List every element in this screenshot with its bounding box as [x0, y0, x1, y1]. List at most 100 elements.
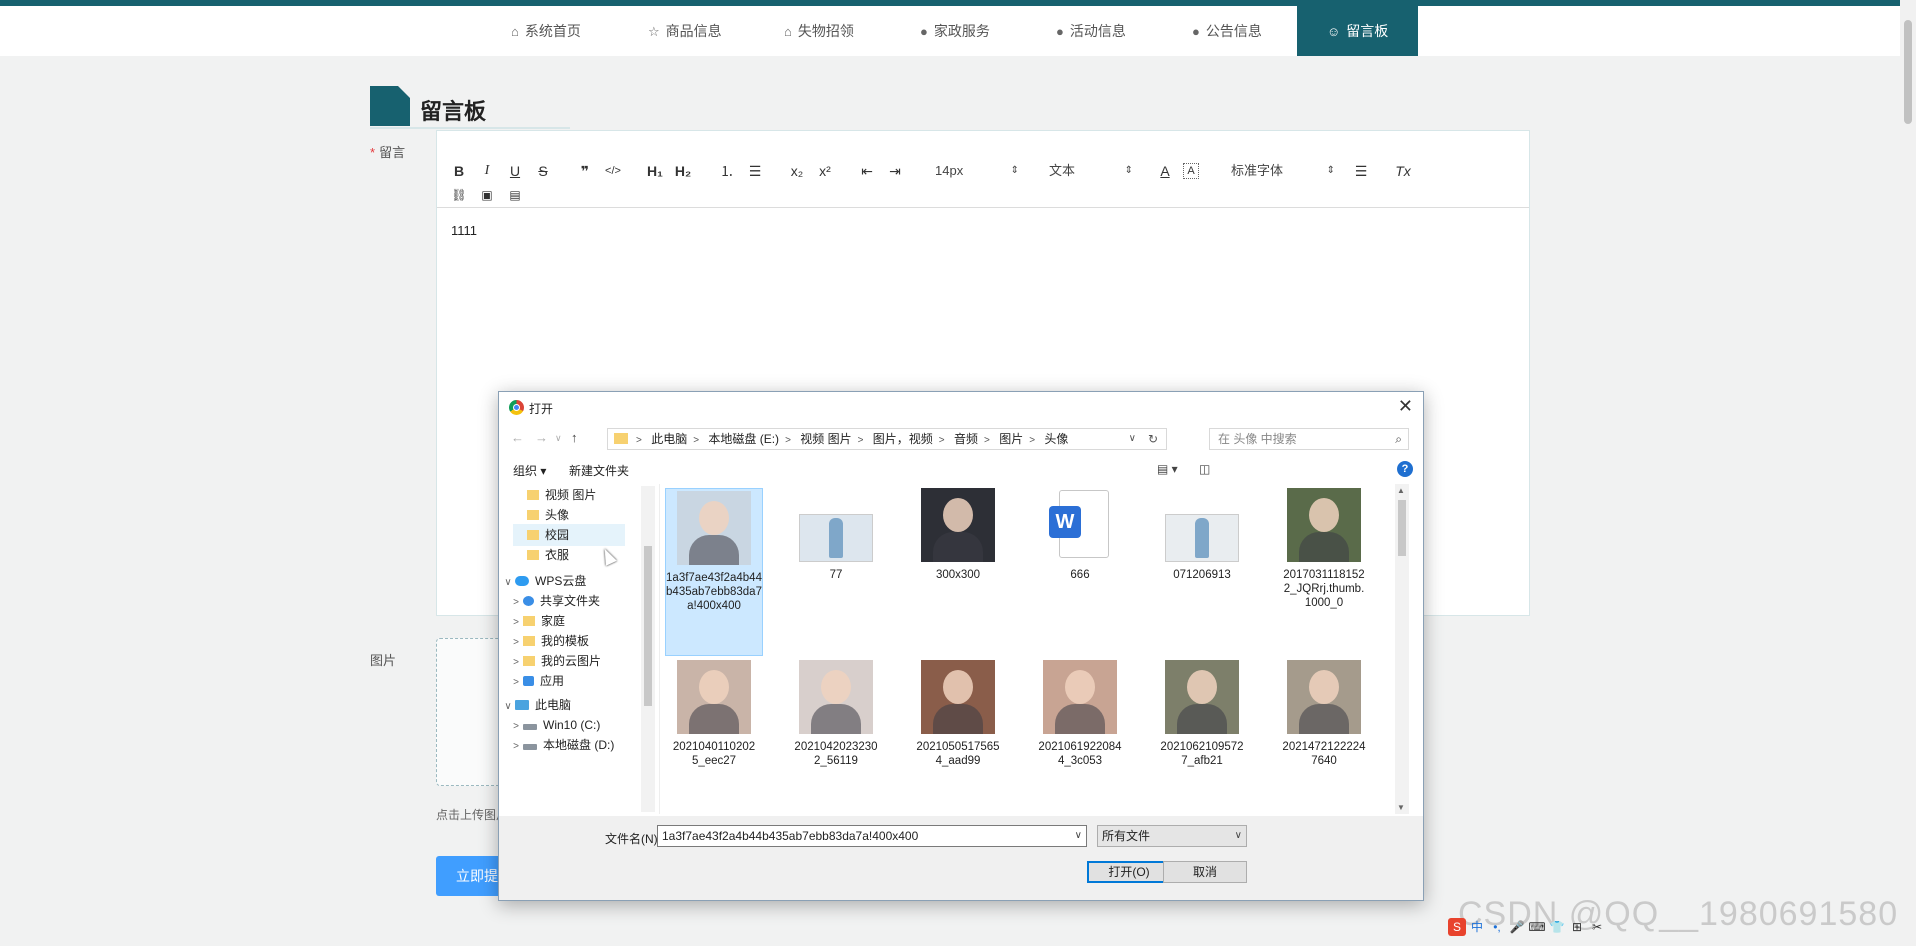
text-color-button[interactable]: A: [1155, 161, 1175, 181]
cancel-button[interactable]: 取消: [1163, 861, 1247, 883]
organize-button[interactable]: 组织 ▾: [513, 462, 546, 479]
scrollbar-thumb[interactable]: [1398, 500, 1406, 556]
help-icon[interactable]: ?: [1397, 461, 1413, 477]
nav-item-lost-found[interactable]: ⌂ 失物招领: [784, 6, 854, 56]
tree-scrollbar[interactable]: [641, 486, 655, 812]
address-bar[interactable]: > 此电脑 > 本地磁盘 (E:) > 视频 图片 > 图片，视频 > 音频 > 图片 > …: [607, 428, 1167, 450]
image-button[interactable]: ▣: [477, 185, 497, 205]
nav-item-housekeeping[interactable]: ● 家政服务: [920, 6, 990, 56]
tree-item[interactable]: > 我的云图片: [509, 650, 601, 672]
skin-icon[interactable]: 👕: [1548, 918, 1566, 936]
address-dropdown-icon[interactable]: ∨: [1129, 429, 1136, 449]
tree-item[interactable]: > Win10 (C:): [509, 714, 600, 736]
toolbox-icon[interactable]: ⊞: [1568, 918, 1586, 936]
outdent-button[interactable]: ⇤: [857, 161, 877, 181]
tree-item[interactable]: > 共享文件夹: [509, 590, 600, 612]
breadcrumb[interactable]: 图片: [999, 432, 1023, 446]
breadcrumb[interactable]: 图片，视频: [873, 432, 933, 446]
italic-button[interactable]: I: [477, 161, 497, 181]
ime-mode[interactable]: 中: [1468, 918, 1486, 936]
subscript-button[interactable]: x₂: [787, 161, 807, 181]
file-item[interactable]: 20210621095727_afb21: [1159, 660, 1245, 768]
close-button[interactable]: ✕: [1398, 396, 1413, 417]
clean-format-button[interactable]: Tx: [1393, 161, 1413, 181]
tree-item-this-pc[interactable]: ∨ 此电脑: [501, 694, 571, 716]
tree-item[interactable]: 衣服: [513, 544, 569, 566]
file-item[interactable]: 77: [793, 488, 879, 582]
filename-input[interactable]: 1a3f7ae43f2a4b44b435ab7ebb83da7a!400x400…: [657, 825, 1087, 847]
file-item[interactable]: 20214721222247640: [1281, 660, 1367, 768]
breadcrumb[interactable]: 本地磁盘 (E:): [708, 432, 779, 446]
search-input[interactable]: 在 头像 中搜索 ⌕: [1209, 428, 1409, 450]
refresh-icon[interactable]: ↻: [1148, 429, 1158, 449]
scrollbar-thumb[interactable]: [1904, 20, 1912, 124]
tree-item[interactable]: > 应用: [509, 670, 564, 692]
breadcrumb[interactable]: 头像: [1044, 432, 1068, 446]
file-item[interactable]: 071206913: [1159, 488, 1245, 582]
keyboard-icon[interactable]: ⌨: [1528, 918, 1546, 936]
breadcrumb[interactable]: 视频 图片: [800, 432, 851, 446]
file-item[interactable]: 1a3f7ae43f2a4b44b435ab7ebb83da7a!400x400: [665, 488, 763, 656]
file-grid-scrollbar[interactable]: ▲ ▼: [1395, 484, 1409, 814]
tree-item[interactable]: > 家庭: [509, 610, 565, 632]
recent-dropdown-icon[interactable]: ∨: [555, 433, 562, 444]
scroll-down-icon[interactable]: ▼: [1397, 803, 1405, 812]
ordered-list-button[interactable]: ⒈: [717, 161, 737, 181]
scrollbar-thumb[interactable]: [644, 546, 652, 706]
punctuation-icon[interactable]: •,: [1488, 918, 1506, 936]
background-color-button[interactable]: A: [1183, 163, 1199, 179]
new-folder-button[interactable]: 新建文件夹: [569, 462, 629, 479]
page-scrollbar[interactable]: [1900, 0, 1916, 946]
file-item[interactable]: 20210401102025_eec27: [671, 660, 757, 768]
superscript-button[interactable]: x²: [815, 161, 835, 181]
preview-pane-icon[interactable]: ◫: [1199, 462, 1210, 476]
view-options-icon[interactable]: ▤ ▾: [1157, 462, 1178, 476]
strike-button[interactable]: S: [533, 161, 553, 181]
font-family-select[interactable]: 标准字体 ⇕: [1231, 161, 1335, 181]
expand-icon[interactable]: >: [509, 672, 523, 694]
scissors-icon[interactable]: ✂: [1588, 918, 1606, 936]
underline-button[interactable]: U: [505, 161, 525, 181]
editor-content[interactable]: 1111: [451, 223, 477, 238]
file-item[interactable]: 300x300: [915, 488, 1001, 582]
indent-button[interactable]: ⇥: [885, 161, 905, 181]
back-icon[interactable]: ←: [511, 430, 524, 445]
tree-item[interactable]: 视频 图片: [513, 484, 596, 506]
open-button[interactable]: 打开(O): [1087, 861, 1171, 883]
expand-icon[interactable]: >: [509, 736, 523, 758]
sogou-icon[interactable]: S: [1448, 918, 1466, 936]
font-size-select[interactable]: 14px ⇕: [935, 161, 1019, 181]
video-button[interactable]: ▤: [505, 185, 525, 205]
scroll-up-icon[interactable]: ▲: [1397, 486, 1405, 495]
nav-item-products[interactable]: ☆ 商品信息: [648, 6, 722, 56]
nav-item-activities[interactable]: ● 活动信息: [1056, 6, 1126, 56]
mic-icon[interactable]: 🎤: [1508, 918, 1526, 936]
up-icon[interactable]: ↑: [571, 430, 578, 445]
file-item[interactable]: 20170311181522_JQRrj.thumb.1000_0: [1281, 488, 1367, 610]
bold-button[interactable]: B: [449, 161, 469, 181]
link-button[interactable]: ⛓: [449, 185, 469, 205]
breadcrumb[interactable]: 此电脑: [651, 432, 687, 446]
code-button[interactable]: </>: [603, 161, 623, 181]
tree-item[interactable]: > 我的模板: [509, 630, 589, 652]
filetype-select[interactable]: 所有文件 ∨: [1097, 825, 1247, 847]
h2-button[interactable]: H₂: [673, 161, 693, 181]
tree-item[interactable]: 头像: [513, 504, 569, 526]
file-item[interactable]: 20210505175654_aad99: [915, 660, 1001, 768]
nav-item-message-board[interactable]: ☺ 留言板: [1297, 6, 1419, 56]
breadcrumb[interactable]: 音频: [954, 432, 978, 446]
tree-item[interactable]: 校园: [513, 524, 625, 546]
file-item[interactable]: 20210420232302_56119: [793, 660, 879, 768]
tree-item[interactable]: > 本地磁盘 (D:): [509, 734, 614, 756]
tree-item-wps-cloud[interactable]: ∨ WPS云盘: [501, 570, 586, 592]
align-button[interactable]: ☰: [1351, 161, 1371, 181]
chevron-down-icon[interactable]: ∨: [1075, 826, 1082, 846]
bullet-list-button[interactable]: ☰: [745, 161, 765, 181]
file-item[interactable]: W 666: [1037, 488, 1123, 582]
forward-icon[interactable]: →: [535, 430, 548, 445]
nav-item-home[interactable]: ⌂ 系统首页: [511, 6, 581, 56]
block-type-select[interactable]: 文本 ⇕: [1049, 161, 1133, 181]
blockquote-button[interactable]: ❞: [575, 161, 595, 181]
file-item[interactable]: 20210619220844_3c053: [1037, 660, 1123, 768]
nav-item-notices[interactable]: ● 公告信息: [1192, 6, 1262, 56]
